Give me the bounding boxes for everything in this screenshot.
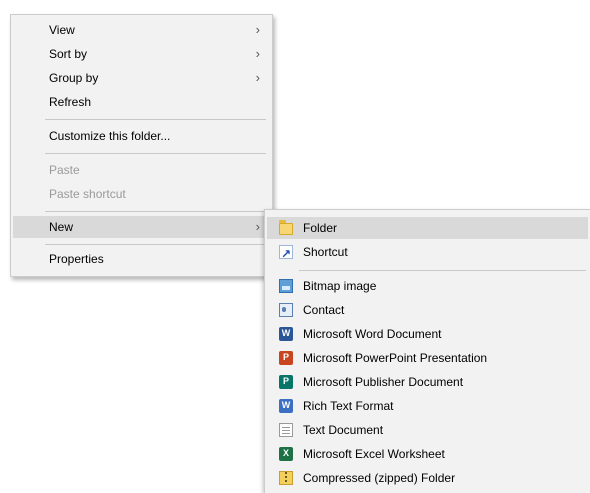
submenu-item-label: Compressed (zipped) Folder <box>303 471 456 485</box>
menu-item-properties[interactable]: Properties <box>13 248 270 270</box>
menu-item-label: Customize this folder... <box>49 129 171 143</box>
menu-item-label: New <box>49 220 74 234</box>
submenu-item-label: Rich Text Format <box>303 399 394 413</box>
submenu-item-rich-text-format[interactable]: W Rich Text Format <box>267 395 588 417</box>
menu-item-paste-shortcut: Paste shortcut <box>13 183 270 205</box>
contact-icon <box>279 303 293 317</box>
submenu-item-text-document[interactable]: Text Document <box>267 419 588 441</box>
menu-item-label: View <box>49 23 75 37</box>
context-menu: View › Sort by › Group by › Refresh Cust… <box>10 14 273 277</box>
menu-item-new[interactable]: New › <box>13 216 270 238</box>
new-submenu: Folder Shortcut Bitmap image Contact W M… <box>264 209 590 493</box>
submenu-item-word-document[interactable]: W Microsoft Word Document <box>267 323 588 345</box>
zip-folder-icon <box>279 471 293 485</box>
submenu-item-label: Bitmap image <box>303 279 377 293</box>
menu-item-label: Paste shortcut <box>49 187 126 201</box>
folder-icon <box>279 220 293 235</box>
submenu-item-compressed-folder[interactable]: Compressed (zipped) Folder <box>267 467 588 489</box>
submenu-item-shortcut[interactable]: Shortcut <box>267 241 588 265</box>
submenu-item-powerpoint-presentation[interactable]: P Microsoft PowerPoint Presentation <box>267 347 588 369</box>
chevron-right-icon: › <box>255 22 260 37</box>
submenu-item-label: Shortcut <box>303 245 348 259</box>
menu-item-view[interactable]: View › <box>13 19 270 41</box>
menu-item-label: Paste <box>49 163 80 177</box>
menu-separator <box>45 211 266 212</box>
menu-item-refresh[interactable]: Refresh <box>13 91 270 113</box>
submenu-item-label: Microsoft PowerPoint Presentation <box>303 351 488 365</box>
menu-item-label: Refresh <box>49 95 92 109</box>
submenu-item-bitmap-image[interactable]: Bitmap image <box>267 275 588 297</box>
excel-icon: X <box>279 447 293 461</box>
submenu-item-label: Text Document <box>303 423 384 437</box>
chevron-right-icon: › <box>255 70 260 85</box>
menu-separator <box>45 119 266 120</box>
bitmap-icon <box>279 279 293 293</box>
menu-separator <box>45 153 266 154</box>
menu-item-customize-folder[interactable]: Customize this folder... <box>13 125 270 147</box>
submenu-item-folder[interactable]: Folder <box>267 217 588 239</box>
menu-item-group-by[interactable]: Group by › <box>13 67 270 89</box>
submenu-item-label: Contact <box>303 303 345 317</box>
menu-item-label: Sort by <box>49 47 88 61</box>
chevron-right-icon: › <box>255 219 260 234</box>
submenu-item-publisher-document[interactable]: P Microsoft Publisher Document <box>267 371 588 393</box>
chevron-right-icon: › <box>255 46 260 61</box>
menu-separator <box>45 244 266 245</box>
shortcut-icon <box>279 243 293 265</box>
submenu-item-label: Microsoft Publisher Document <box>303 375 464 389</box>
powerpoint-icon: P <box>279 351 293 365</box>
text-document-icon <box>279 423 293 437</box>
rich-text-icon: W <box>279 399 293 413</box>
word-icon: W <box>279 327 293 341</box>
submenu-item-excel-worksheet[interactable]: X Microsoft Excel Worksheet <box>267 443 588 465</box>
submenu-item-label: Folder <box>303 221 338 235</box>
menu-item-label: Properties <box>49 252 104 266</box>
menu-item-label: Group by <box>49 71 99 85</box>
menu-separator <box>299 270 586 271</box>
menu-item-sort-by[interactable]: Sort by › <box>13 43 270 65</box>
submenu-item-label: Microsoft Excel Worksheet <box>303 447 445 461</box>
submenu-item-contact[interactable]: Contact <box>267 299 588 321</box>
publisher-icon: P <box>279 375 293 389</box>
submenu-item-label: Microsoft Word Document <box>303 327 442 341</box>
menu-item-paste: Paste <box>13 159 270 181</box>
